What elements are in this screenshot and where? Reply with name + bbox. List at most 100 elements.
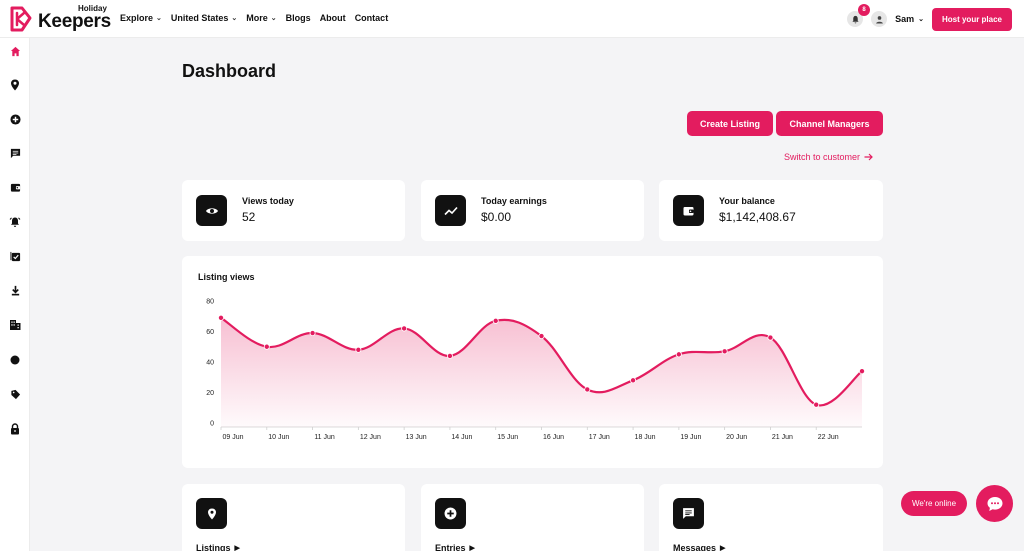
user-icon [875, 15, 883, 24]
eye-icon [196, 195, 227, 226]
switch-to-customer-link[interactable]: Switch to customer [784, 152, 873, 162]
nav-more[interactable]: More ⌄ [246, 13, 276, 23]
arrow-right-icon [864, 153, 873, 161]
nav-blogs[interactable]: Blogs [286, 13, 311, 23]
chevron-down-icon: ⌄ [270, 15, 277, 22]
map-pin-icon [196, 498, 227, 529]
x-tick-label: 21 Jun [772, 434, 793, 441]
listing-views-chart: 0 20 40 60 80 09 Jun 10 Jun 11 Jun 12 Jun 13 Jun… [206, 299, 866, 441]
x-axis: 09 Jun 10 Jun 11 Jun 12 Jun 13 Jun 14 Jun 15 J… [220, 427, 839, 441]
main-nav: Explore ⌄ United States ⌄ More ⌄ Blogs Abou… [120, 13, 388, 23]
chat-bubble-icon [987, 496, 1002, 511]
page-title: Dashboard [182, 61, 277, 81]
y-tick-label: 0 [210, 421, 214, 428]
trend-icon [435, 195, 466, 226]
logo-mark-icon [10, 6, 32, 32]
plus-circle-icon [435, 498, 466, 529]
stat-label: Today earnings [481, 196, 547, 206]
caret-right-icon: ▶ [234, 545, 240, 551]
header-actions: 8 Sam ⌄ Host your place [847, 4, 1012, 31]
stat-label: Your balance [719, 196, 775, 206]
online-status-pill[interactable]: We're online [901, 491, 967, 516]
notifications-button[interactable]: 8 [847, 4, 871, 27]
data-point[interactable] [584, 386, 591, 393]
x-tick-label: 19 Jun [680, 434, 701, 441]
caret-right-icon: ▶ [720, 545, 726, 551]
chevron-down-icon: ⌄ [156, 15, 162, 22]
stat-card-views: Views today 52 [182, 180, 405, 241]
x-tick-label: 22 Jun [818, 434, 839, 441]
nav-country[interactable]: United States ⌄ [171, 13, 237, 23]
x-tick-label: 09 Jun [222, 434, 243, 441]
tags-icon[interactable] [9, 388, 21, 400]
chevron-down-icon: ⌄ [231, 15, 238, 22]
data-point[interactable] [309, 330, 316, 337]
circle-icon[interactable] [9, 354, 21, 366]
plus-circle-icon[interactable] [9, 113, 21, 125]
x-tick-label: 16 Jun [543, 434, 564, 441]
tile-messages[interactable]: Messages ▶ [659, 484, 883, 551]
data-point[interactable] [263, 343, 270, 350]
stat-value: $1,142,408.67 [719, 210, 796, 224]
stat-value: $0.00 [481, 210, 512, 224]
host-your-place-button[interactable]: Host your place [931, 7, 1012, 31]
alarm-icon[interactable] [9, 216, 21, 228]
tile-entries[interactable]: Entries ▶ [421, 484, 644, 551]
data-point[interactable] [401, 325, 408, 332]
stat-card-balance: Your balance $1,142,408.67 [659, 180, 883, 241]
tile-label[interactable]: Messages ▶ [673, 543, 725, 551]
nav-contact[interactable]: Contact [355, 13, 389, 23]
stat-card-earnings: Today earnings $0.00 [421, 180, 644, 241]
data-point[interactable] [767, 334, 774, 341]
data-point[interactable] [813, 401, 820, 408]
x-tick-label: 14 Jun [451, 434, 472, 441]
channel-managers-button[interactable]: Channel Managers [776, 111, 883, 136]
caret-right-icon: ▶ [469, 545, 475, 551]
x-tick-label: 18 Jun [635, 434, 656, 441]
message-icon[interactable] [9, 147, 21, 159]
chevron-down-icon: ⌄ [918, 16, 924, 23]
x-tick-label: 13 Jun [406, 434, 427, 441]
data-point[interactable] [859, 368, 866, 375]
stat-value: 52 [242, 210, 256, 224]
y-tick-label: 60 [206, 329, 214, 336]
download-icon[interactable] [9, 284, 21, 296]
data-point[interactable] [446, 352, 453, 359]
listing-views-card: Listing views 0 20 40 60 80 09 Jun 10 Jun 11 J… [182, 256, 883, 468]
wallet-icon[interactable] [9, 181, 21, 193]
tile-label[interactable]: Listings ▶ [196, 543, 240, 551]
data-point[interactable] [355, 346, 362, 353]
data-point[interactable] [721, 348, 728, 355]
bell-icon [851, 15, 859, 23]
y-tick-label: 40 [206, 360, 214, 367]
x-tick-label: 12 Jun [360, 434, 381, 441]
tile-label[interactable]: Entries ▶ [435, 543, 475, 551]
top-navbar: Holiday Keepers Explore ⌄ United States ⌄ … [0, 0, 1024, 38]
wallet-icon [673, 195, 704, 226]
logo-big-text: Keepers [38, 11, 111, 32]
map-pin-icon[interactable] [9, 79, 21, 91]
lock-icon[interactable] [9, 423, 21, 435]
create-listing-button[interactable]: Create Listing [687, 111, 773, 136]
home-icon[interactable] [9, 45, 21, 57]
x-tick-label: 11 Jun [314, 434, 335, 441]
notification-badge: 8 [858, 4, 871, 16]
avatar[interactable] [871, 11, 888, 27]
chat-button[interactable] [976, 485, 1013, 522]
nav-about[interactable]: About [320, 13, 346, 23]
building-icon[interactable] [9, 318, 21, 330]
checklist-icon[interactable] [9, 250, 21, 262]
stat-label: Views today [242, 196, 294, 206]
x-tick-label: 15 Jun [497, 434, 518, 441]
data-point[interactable] [630, 377, 637, 384]
sidebar [0, 38, 30, 551]
data-point[interactable] [492, 317, 499, 324]
tile-listings[interactable]: Listings ▶ [182, 484, 405, 551]
nav-explore[interactable]: Explore ⌄ [120, 13, 162, 23]
data-point[interactable] [675, 351, 682, 358]
user-menu[interactable]: Sam ⌄ [895, 14, 924, 24]
y-tick-label: 20 [206, 390, 214, 397]
logo[interactable]: Holiday Keepers [8, 4, 111, 34]
data-point[interactable] [218, 314, 225, 321]
data-point[interactable] [538, 333, 545, 340]
